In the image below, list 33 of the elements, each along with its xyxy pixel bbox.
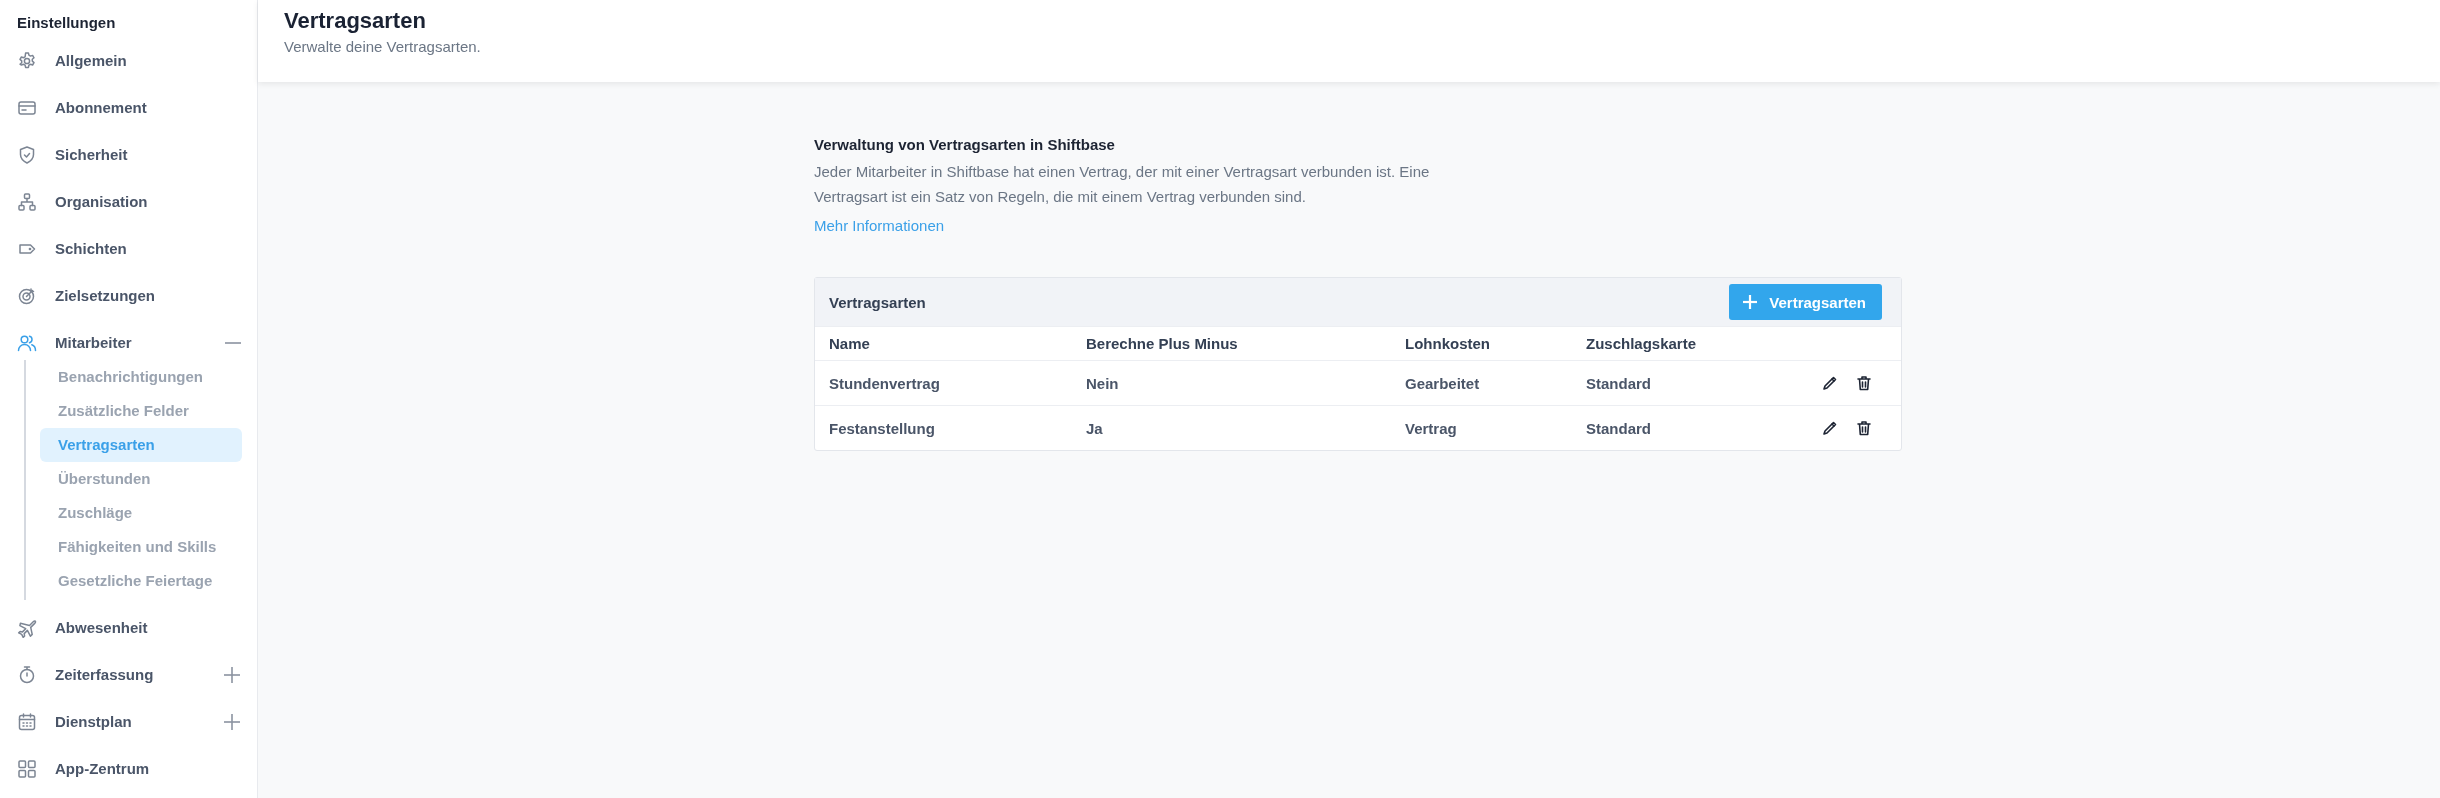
sidebar-item[interactable]: Abwesenheit [0, 604, 257, 651]
page-subtitle: Verwalte deine Vertragsarten. [284, 38, 482, 55]
sidebar-item[interactable]: Allgemein [0, 37, 257, 84]
column-header: Name [815, 326, 1072, 360]
sidebar-item[interactable]: Schichten [0, 225, 257, 272]
sidebar-item[interactable]: Dienstplan [0, 698, 257, 745]
table-cell: Festanstellung [815, 405, 1072, 450]
column-header: Zuschlagskarte [1572, 326, 1821, 360]
sidebar-item[interactable]: App-Zentrum [0, 745, 257, 792]
table-cell: Gearbeitet [1391, 360, 1572, 405]
table-cell: Standard [1572, 405, 1821, 450]
description-text: Jeder Mitarbeiter in Shiftbase hat einen Vertrag, der mit einer Vertragsart verbunden ist. Eine Vertragsart ist ein Satz von Regeln, die mit einem Vertrag verbunden sind. [814, 162, 1431, 207]
table-cell: Stundenvertrag [815, 360, 1072, 405]
plus-icon [1741, 293, 1760, 311]
sidebar-item[interactable]: Organisation [0, 178, 257, 225]
section-heading: Verwaltung von Vertragsarten in Shiftbase [814, 136, 1116, 153]
trash-icon[interactable] [1855, 419, 1873, 437]
table-cell: Standard [1572, 360, 1821, 405]
column-header: Lohnkosten [1391, 326, 1572, 360]
card-title: Vertragsarten [829, 293, 926, 311]
table-cell: Vertrag [1391, 405, 1572, 450]
pencil-icon[interactable] [1821, 374, 1839, 392]
trash-icon[interactable] [1855, 374, 1873, 392]
column-header: Berechne Plus Minus [1072, 326, 1391, 360]
sidebar-item[interactable]: Zeiterfassung [0, 651, 257, 698]
pencil-icon[interactable] [1821, 419, 1839, 437]
page-title: Vertragsarten [284, 8, 426, 34]
sidebar-title: Einstellungen [17, 14, 116, 31]
sidebar-item[interactable]: Zielsetzungen [0, 272, 257, 319]
sidebar-item[interactable]: Sicherheit [0, 131, 257, 178]
table-cell: Nein [1072, 360, 1391, 405]
table-cell: Ja [1072, 405, 1391, 450]
sidebar-item[interactable]: Abonnement [0, 84, 257, 131]
